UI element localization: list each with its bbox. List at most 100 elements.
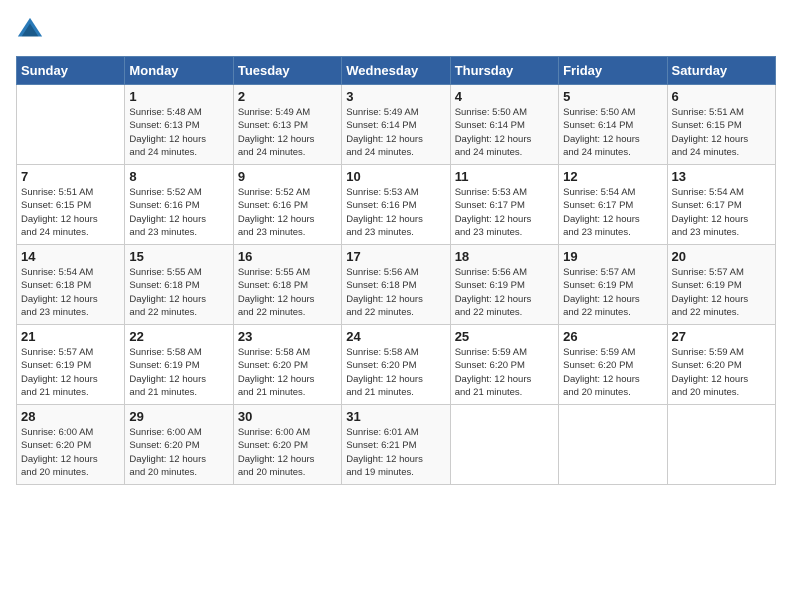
- calendar-cell: 5 Sunrise: 5:50 AM Sunset: 6:14 PM Daylig…: [559, 85, 667, 165]
- header-day: Friday: [559, 57, 667, 85]
- cell-info: Sunrise: 6:00 AM Sunset: 6:20 PM Dayligh…: [238, 426, 337, 479]
- day-number: 31: [346, 409, 445, 424]
- cell-info: Sunrise: 6:00 AM Sunset: 6:20 PM Dayligh…: [21, 426, 120, 479]
- calendar-cell: 2 Sunrise: 5:49 AM Sunset: 6:13 PM Daylig…: [233, 85, 341, 165]
- calendar-cell: 1Sunrise: 5:48 AM Sunset: 6:13 PM Daylig…: [125, 85, 233, 165]
- calendar-cell: 22 Sunrise: 5:58 AM Sunset: 6:19 PM Dayli…: [125, 325, 233, 405]
- day-number: 5: [563, 89, 662, 104]
- header-row: SundayMondayTuesdayWednesdayThursdayFrid…: [17, 57, 776, 85]
- calendar-cell: 12Sunrise: 5:54 AM Sunset: 6:17 PM Dayli…: [559, 165, 667, 245]
- cell-info: Sunrise: 5:56 AM Sunset: 6:18 PM Dayligh…: [346, 266, 445, 319]
- calendar-cell: 18Sunrise: 5:56 AM Sunset: 6:19 PM Dayli…: [450, 245, 558, 325]
- calendar-week-row: 7 Sunrise: 5:51 AM Sunset: 6:15 PM Daylig…: [17, 165, 776, 245]
- cell-info: Sunrise: 5:57 AM Sunset: 6:19 PM Dayligh…: [21, 346, 120, 399]
- calendar-cell: 29 Sunrise: 6:00 AM Sunset: 6:20 PM Dayli…: [125, 405, 233, 485]
- calendar-cell: 4Sunrise: 5:50 AM Sunset: 6:14 PM Daylig…: [450, 85, 558, 165]
- calendar-week-row: 28 Sunrise: 6:00 AM Sunset: 6:20 PM Dayli…: [17, 405, 776, 485]
- calendar-cell: 16 Sunrise: 5:55 AM Sunset: 6:18 PM Dayli…: [233, 245, 341, 325]
- header-day: Sunday: [17, 57, 125, 85]
- header-day: Tuesday: [233, 57, 341, 85]
- calendar-header: SundayMondayTuesdayWednesdayThursdayFrid…: [17, 57, 776, 85]
- day-number: 19: [563, 249, 662, 264]
- calendar-cell: 23 Sunrise: 5:58 AM Sunset: 6:20 PM Dayli…: [233, 325, 341, 405]
- cell-info: Sunrise: 5:58 AM Sunset: 6:20 PM Dayligh…: [346, 346, 445, 399]
- calendar-cell: 8 Sunrise: 5:52 AM Sunset: 6:16 PM Daylig…: [125, 165, 233, 245]
- calendar-cell: 11Sunrise: 5:53 AM Sunset: 6:17 PM Dayli…: [450, 165, 558, 245]
- day-number: 7: [21, 169, 120, 184]
- cell-info: Sunrise: 5:51 AM Sunset: 6:15 PM Dayligh…: [21, 186, 120, 239]
- calendar-cell: 3 Sunrise: 5:49 AM Sunset: 6:14 PM Daylig…: [342, 85, 450, 165]
- logo: [16, 16, 48, 44]
- calendar-cell: 25Sunrise: 5:59 AM Sunset: 6:20 PM Dayli…: [450, 325, 558, 405]
- day-number: 12: [563, 169, 662, 184]
- day-number: 25: [455, 329, 554, 344]
- cell-info: Sunrise: 5:55 AM Sunset: 6:18 PM Dayligh…: [129, 266, 228, 319]
- day-number: 8: [129, 169, 228, 184]
- day-number: 26: [563, 329, 662, 344]
- cell-info: Sunrise: 5:54 AM Sunset: 6:18 PM Dayligh…: [21, 266, 120, 319]
- calendar-week-row: 14 Sunrise: 5:54 AM Sunset: 6:18 PM Dayli…: [17, 245, 776, 325]
- day-number: 20: [672, 249, 771, 264]
- calendar-cell: 17 Sunrise: 5:56 AM Sunset: 6:18 PM Dayli…: [342, 245, 450, 325]
- cell-info: Sunrise: 5:56 AM Sunset: 6:19 PM Dayligh…: [455, 266, 554, 319]
- cell-info: Sunrise: 6:00 AM Sunset: 6:20 PM Dayligh…: [129, 426, 228, 479]
- cell-info: Sunrise: 5:50 AM Sunset: 6:14 PM Dayligh…: [563, 106, 662, 159]
- cell-info: Sunrise: 5:58 AM Sunset: 6:20 PM Dayligh…: [238, 346, 337, 399]
- cell-info: Sunrise: 5:52 AM Sunset: 6:16 PM Dayligh…: [129, 186, 228, 239]
- cell-info: Sunrise: 5:59 AM Sunset: 6:20 PM Dayligh…: [563, 346, 662, 399]
- calendar-cell: [667, 405, 775, 485]
- header-day: Monday: [125, 57, 233, 85]
- header-day: Saturday: [667, 57, 775, 85]
- logo-icon: [16, 16, 44, 44]
- calendar-week-row: 21 Sunrise: 5:57 AM Sunset: 6:19 PM Dayli…: [17, 325, 776, 405]
- calendar-cell: 6Sunrise: 5:51 AM Sunset: 6:15 PM Daylig…: [667, 85, 775, 165]
- day-number: 2: [238, 89, 337, 104]
- calendar-cell: 21 Sunrise: 5:57 AM Sunset: 6:19 PM Dayli…: [17, 325, 125, 405]
- cell-info: Sunrise: 5:54 AM Sunset: 6:17 PM Dayligh…: [672, 186, 771, 239]
- day-number: 29: [129, 409, 228, 424]
- cell-info: Sunrise: 5:49 AM Sunset: 6:14 PM Dayligh…: [346, 106, 445, 159]
- day-number: 4: [455, 89, 554, 104]
- day-number: 16: [238, 249, 337, 264]
- cell-info: Sunrise: 5:51 AM Sunset: 6:15 PM Dayligh…: [672, 106, 771, 159]
- day-number: 13: [672, 169, 771, 184]
- calendar-cell: 27Sunrise: 5:59 AM Sunset: 6:20 PM Dayli…: [667, 325, 775, 405]
- cell-info: Sunrise: 5:55 AM Sunset: 6:18 PM Dayligh…: [238, 266, 337, 319]
- calendar-cell: 31 Sunrise: 6:01 AM Sunset: 6:21 PM Dayli…: [342, 405, 450, 485]
- day-number: 22: [129, 329, 228, 344]
- day-number: 17: [346, 249, 445, 264]
- day-number: 1: [129, 89, 228, 104]
- calendar-cell: 26 Sunrise: 5:59 AM Sunset: 6:20 PM Dayli…: [559, 325, 667, 405]
- calendar-cell: [17, 85, 125, 165]
- calendar-cell: 7 Sunrise: 5:51 AM Sunset: 6:15 PM Daylig…: [17, 165, 125, 245]
- day-number: 9: [238, 169, 337, 184]
- calendar-cell: 19 Sunrise: 5:57 AM Sunset: 6:19 PM Dayli…: [559, 245, 667, 325]
- calendar-cell: 20 Sunrise: 5:57 AM Sunset: 6:19 PM Dayli…: [667, 245, 775, 325]
- page-header: [16, 16, 776, 44]
- header-day: Wednesday: [342, 57, 450, 85]
- cell-info: Sunrise: 5:57 AM Sunset: 6:19 PM Dayligh…: [563, 266, 662, 319]
- calendar-cell: 14 Sunrise: 5:54 AM Sunset: 6:18 PM Dayli…: [17, 245, 125, 325]
- calendar-cell: 24Sunrise: 5:58 AM Sunset: 6:20 PM Dayli…: [342, 325, 450, 405]
- cell-info: Sunrise: 5:53 AM Sunset: 6:16 PM Dayligh…: [346, 186, 445, 239]
- day-number: 23: [238, 329, 337, 344]
- calendar-cell: 15 Sunrise: 5:55 AM Sunset: 6:18 PM Dayli…: [125, 245, 233, 325]
- calendar-cell: 13 Sunrise: 5:54 AM Sunset: 6:17 PM Dayli…: [667, 165, 775, 245]
- day-number: 14: [21, 249, 120, 264]
- cell-info: Sunrise: 5:58 AM Sunset: 6:19 PM Dayligh…: [129, 346, 228, 399]
- day-number: 10: [346, 169, 445, 184]
- calendar-cell: 10 Sunrise: 5:53 AM Sunset: 6:16 PM Dayli…: [342, 165, 450, 245]
- calendar-cell: 9 Sunrise: 5:52 AM Sunset: 6:16 PM Daylig…: [233, 165, 341, 245]
- calendar-table: SundayMondayTuesdayWednesdayThursdayFrid…: [16, 56, 776, 485]
- day-number: 28: [21, 409, 120, 424]
- cell-info: Sunrise: 5:52 AM Sunset: 6:16 PM Dayligh…: [238, 186, 337, 239]
- day-number: 15: [129, 249, 228, 264]
- cell-info: Sunrise: 5:49 AM Sunset: 6:13 PM Dayligh…: [238, 106, 337, 159]
- day-number: 30: [238, 409, 337, 424]
- day-number: 21: [21, 329, 120, 344]
- day-number: 3: [346, 89, 445, 104]
- day-number: 11: [455, 169, 554, 184]
- cell-info: Sunrise: 6:01 AM Sunset: 6:21 PM Dayligh…: [346, 426, 445, 479]
- cell-info: Sunrise: 5:57 AM Sunset: 6:19 PM Dayligh…: [672, 266, 771, 319]
- calendar-body: 1Sunrise: 5:48 AM Sunset: 6:13 PM Daylig…: [17, 85, 776, 485]
